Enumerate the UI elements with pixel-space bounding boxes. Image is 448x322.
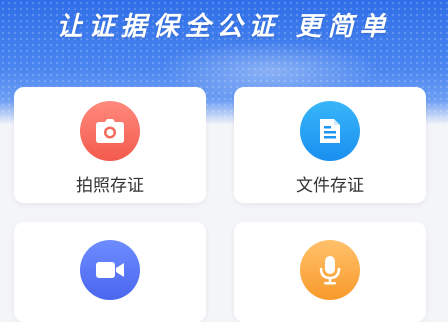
- file-evidence-label: 文件存证: [296, 176, 364, 196]
- camera-icon: [80, 101, 140, 161]
- banner-slogan: 让证据保全公证 更简单: [56, 12, 392, 42]
- video-camera-icon: [80, 240, 140, 300]
- microphone-icon: [300, 240, 360, 300]
- audio-evidence-card[interactable]: [234, 222, 426, 322]
- photo-evidence-label: 拍照存证: [76, 176, 144, 196]
- document-icon: [300, 101, 360, 161]
- photo-evidence-card[interactable]: 拍照存证: [14, 87, 206, 203]
- video-evidence-card[interactable]: [14, 222, 206, 322]
- file-evidence-card[interactable]: 文件存证: [234, 87, 426, 203]
